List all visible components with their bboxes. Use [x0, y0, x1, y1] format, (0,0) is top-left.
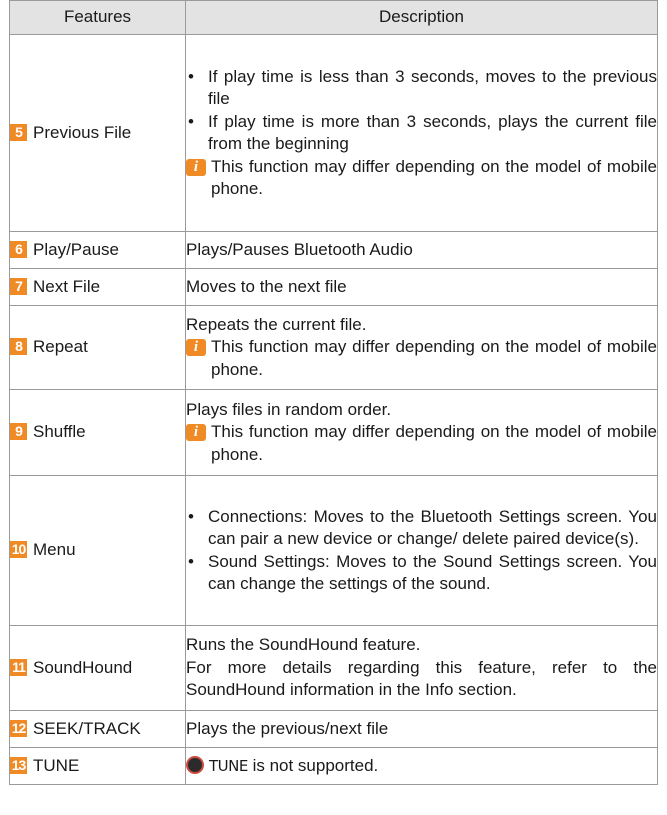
feature-cell: 8 Repeat: [9, 305, 186, 390]
feature-name: Menu: [33, 540, 76, 560]
description-cell: Plays the previous/next file: [185, 710, 658, 748]
table-row: 13 TUNE TUNE is not supported.: [9, 747, 658, 785]
info-icon: i: [186, 158, 206, 176]
feature-cell: 12 SEEK/TRACK: [9, 710, 186, 748]
description-text: Repeats the current file.: [186, 314, 367, 334]
description-text: Runs the SoundHound feature.: [186, 635, 421, 655]
feature-number-badge: 5: [10, 123, 27, 141]
feature-number-badge: 13: [10, 756, 27, 774]
feature-number-badge: 6: [10, 240, 27, 258]
info-note: i This function may differ depending on t…: [186, 421, 657, 466]
feature-name: Previous File: [33, 122, 132, 142]
feature-cell: 6 Play/Pause: [9, 231, 186, 269]
description-text: For more details regarding this feature,…: [186, 657, 657, 700]
description-text: Moves to the next file: [186, 276, 347, 296]
bullet-icon: •: [188, 111, 194, 131]
table-row: 6 Play/Pause Plays/Pauses Bluetooth Audio: [9, 231, 658, 269]
bullet-icon: •: [188, 506, 194, 526]
feature-cell: 11 SoundHound: [9, 625, 186, 711]
table-row: 11 SoundHound Runs the SoundHound feature…: [9, 625, 658, 711]
feature-cell: 10 Menu: [9, 475, 186, 626]
description-cell: • Connections: Moves to the Bluetooth Set…: [185, 475, 658, 626]
description-header: Description: [185, 0, 658, 35]
table-row: 8 Repeat Repeats the current file. i This …: [9, 305, 658, 390]
feature-cell: 9 Shuffle: [9, 389, 186, 476]
description-text: Plays/Pauses Bluetooth Audio: [186, 239, 413, 259]
info-note: i This function may differ depending on t…: [186, 336, 657, 381]
bullet-text: Sound Settings: Moves to the Sound Setti…: [208, 551, 657, 594]
note-text: This function may differ depending on th…: [211, 337, 657, 379]
description-text: Plays the previous/next file: [186, 718, 389, 738]
info-icon: i: [186, 339, 206, 357]
features-header: Features: [9, 0, 186, 35]
note-text: This function may differ depending on th…: [211, 422, 657, 464]
bullet-icon: •: [188, 66, 194, 86]
info-icon: i: [186, 424, 206, 442]
description-text: Plays files in random order.: [186, 399, 392, 419]
description-cell: Plays/Pauses Bluetooth Audio: [185, 231, 658, 269]
feature-name: Shuffle: [33, 422, 86, 442]
list-item: • Connections: Moves to the Bluetooth Set…: [186, 506, 657, 551]
bullet-icon: •: [188, 551, 194, 571]
feature-name: Play/Pause: [33, 239, 119, 259]
table-row: 5 Previous File • If play time is less tha…: [9, 34, 658, 232]
feature-name: SoundHound: [33, 657, 133, 677]
feature-cell: 7 Next File: [9, 268, 186, 306]
description-text: is not supported.: [252, 755, 379, 775]
table-row: 7 Next File Moves to the next file: [9, 268, 658, 306]
info-note: i This function may differ depending on t…: [186, 156, 657, 201]
feature-number-badge: 11: [10, 658, 27, 676]
tune-label: TUNE: [209, 756, 248, 775]
description-cell: Repeats the current file. i This function…: [185, 305, 658, 390]
feature-name: Next File: [33, 276, 101, 296]
table-row: 9 Shuffle Plays files in random order. iT…: [9, 389, 658, 476]
list-item: • Sound Settings: Moves to the Sound Sett…: [186, 551, 657, 596]
feature-cell: 13 TUNE: [9, 747, 186, 785]
bullet-text: If play time is less than 3 seconds, mov…: [208, 66, 657, 109]
description-cell: TUNE is not supported.: [185, 747, 658, 785]
feature-name: SEEK/TRACK: [33, 718, 141, 738]
table-row: 12 SEEK/TRACK Plays the previous/next fil…: [9, 710, 658, 748]
feature-number-badge: 9: [10, 423, 27, 441]
feature-number-badge: 8: [10, 338, 27, 356]
bullet-list: • If play time is less than 3 seconds, mo…: [186, 66, 657, 156]
description-cell: • If play time is less than 3 seconds, mo…: [185, 34, 658, 232]
table-header-row: Features Description: [9, 0, 658, 35]
feature-cell: 5 Previous File: [9, 34, 186, 232]
note-text: This function may differ depending on th…: [211, 156, 657, 199]
tune-knob-icon: [186, 755, 204, 774]
feature-name: TUNE: [33, 755, 80, 775]
bullet-text: Connections: Moves to the Bluetooth Sett…: [208, 506, 657, 549]
features-table: Features Description 5 Previous File • If …: [9, 0, 658, 785]
list-item: • If play time is less than 3 seconds, mo…: [186, 66, 657, 111]
list-item: • If play time is more than 3 seconds, pl…: [186, 111, 657, 156]
bullet-text: If play time is more than 3 seconds, pla…: [208, 111, 657, 154]
table-row: 10 Menu • Connections: Moves to the Blueto…: [9, 475, 658, 626]
description-cell: Plays files in random order. i This funct…: [185, 389, 658, 476]
feature-number-badge: 12: [10, 719, 27, 737]
description-cell: Runs the SoundHound feature. For more de…: [185, 625, 658, 711]
feature-name: Repeat: [33, 337, 88, 357]
feature-number-badge: 10: [10, 541, 27, 559]
bullet-list: • Connections: Moves to the Bluetooth Set…: [186, 506, 657, 596]
feature-number-badge: 7: [10, 277, 27, 295]
description-cell: Moves to the next file: [185, 268, 658, 306]
